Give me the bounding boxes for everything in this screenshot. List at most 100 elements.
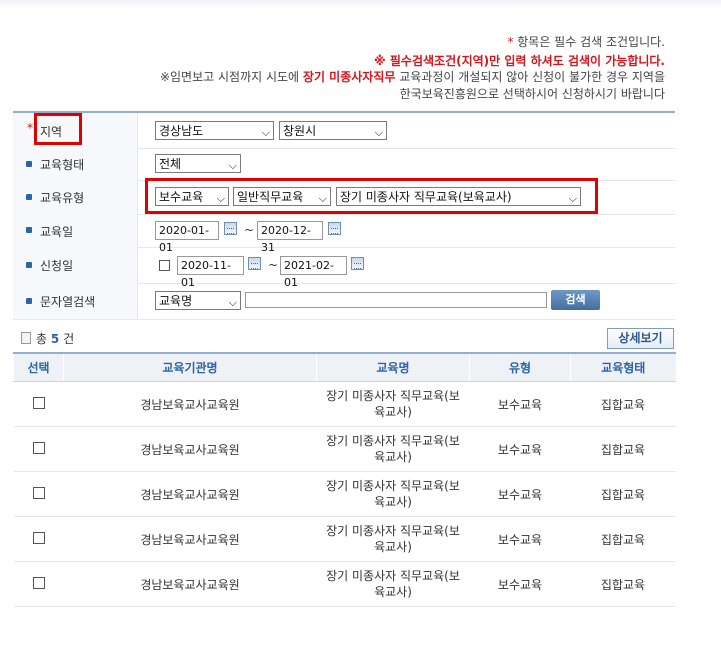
column-header-type: 유형 bbox=[469, 352, 571, 382]
row-checkbox[interactable] bbox=[32, 396, 45, 409]
total-count: 5 bbox=[50, 332, 60, 346]
apply-date-to-input[interactable]: 2021-02-01 bbox=[280, 256, 347, 289]
guidance-notice-2: 한국보육진흥원으로 선택하시어 신청하시기 바랍니다 bbox=[399, 87, 665, 101]
required-star: * bbox=[27, 121, 33, 135]
course-cell: 장기 미종사자 직무교육(보육교사) bbox=[316, 426, 470, 472]
row-apply-date: 신청일 2020-11-01 ~ 2021-02-01 bbox=[13, 247, 675, 289]
region-only-notice: ※ 필수검색조건(지역)만 입력 하셔도 검색이 가능합니다. bbox=[374, 54, 665, 68]
table-row: 경남보육교사교육원 장기 미종사자 직무교육(보육교사) 보수교육 집합교육 bbox=[13, 426, 676, 472]
course-cell: 장기 미종사자 직무교육(보육교사) bbox=[316, 471, 470, 517]
course-cell: 장기 미종사자 직무교육(보육교사) bbox=[316, 561, 470, 607]
search-input[interactable] bbox=[245, 292, 547, 308]
institution-cell: 경남보육교사교육원 bbox=[63, 381, 317, 427]
institution-cell: 경남보육교사교육원 bbox=[63, 516, 317, 562]
city-value: 창원시 bbox=[283, 124, 317, 138]
chevron-down-icon: ⌵ bbox=[261, 126, 270, 139]
course-cell: 장기 미종사자 직무교육(보육교사) bbox=[316, 381, 470, 427]
type-cell: 보수교육 bbox=[469, 561, 571, 607]
course-cell: 장기 미종사자 직무교육(보육교사) bbox=[316, 516, 470, 562]
row-checkbox[interactable] bbox=[32, 486, 45, 499]
type-cell: 보수교육 bbox=[469, 381, 571, 427]
results-table: 선택 교육기관명 교육명 유형 교육형태 경남보육교사교육원 장기 미종사자 직… bbox=[13, 352, 676, 607]
row-checkbox[interactable] bbox=[32, 531, 45, 544]
row-checkbox[interactable] bbox=[32, 576, 45, 589]
table-row: 경남보육교사교육원 장기 미종사자 직무교육(보육교사) 보수교육 집합교육 bbox=[13, 381, 676, 427]
required-notice: * 항목은 필수 검색 조건입니다. bbox=[507, 33, 665, 50]
table-row: 경남보육교사교육원 장기 미종사자 직무교육(보육교사) 보수교육 집합교육 bbox=[13, 561, 676, 607]
label-cell-apply-date: 신청일 bbox=[13, 247, 138, 283]
table-row: 경남보육교사교육원 장기 미종사자 직무교육(보육교사) 보수교육 집합교육 bbox=[13, 516, 676, 562]
row-checkbox[interactable] bbox=[32, 441, 45, 454]
bullet-icon bbox=[26, 227, 32, 233]
city-select[interactable]: 창원시 ⌵ bbox=[279, 121, 387, 140]
search-field-select[interactable]: 교육명 ⌵ bbox=[155, 291, 241, 310]
apply-date-from-input[interactable]: 2020-11-01 bbox=[177, 256, 244, 289]
row-select-cell bbox=[13, 381, 64, 427]
row-text-search: 문자열검색 교육명 ⌵ 검색 bbox=[13, 283, 675, 320]
institution-cell: 경남보육교사교육원 bbox=[63, 426, 317, 472]
form-cell: 집합교육 bbox=[570, 516, 676, 562]
type-cell: 보수교육 bbox=[469, 426, 571, 472]
province-value: 경상남도 bbox=[159, 124, 204, 138]
edu-date-from-input[interactable]: 2020-01-01 bbox=[155, 221, 219, 254]
type-cell: 보수교육 bbox=[469, 516, 571, 562]
row-edu-form: 교육형태 전체 ⌵ bbox=[13, 148, 675, 181]
date-range-separator: ~ bbox=[244, 223, 255, 237]
chevron-down-icon: ⌵ bbox=[374, 126, 383, 139]
bullet-icon bbox=[26, 194, 32, 200]
result-count: 총 5 건 bbox=[21, 330, 74, 347]
row-select-cell bbox=[13, 561, 64, 607]
column-header-form: 교육형태 bbox=[570, 352, 676, 382]
form-cell: 집합교육 bbox=[570, 426, 676, 472]
required-notice-text: 항목은 필수 검색 조건입니다. bbox=[513, 35, 665, 49]
row-select-cell bbox=[13, 516, 64, 562]
row-select-cell bbox=[13, 471, 64, 517]
label-apply-date: 신청일 bbox=[40, 259, 74, 273]
guidance-pre: ※임면보고 시점까지 시도에 bbox=[159, 70, 303, 84]
column-header-select: 선택 bbox=[13, 352, 64, 382]
province-select[interactable]: 경상남도 ⌵ bbox=[155, 121, 274, 140]
label-cell-edu-type: 교육유형 bbox=[13, 180, 138, 214]
total-prefix: 총 bbox=[36, 332, 48, 346]
row-select-cell bbox=[13, 426, 64, 472]
table-header-row: 선택 교육기관명 교육명 유형 교육형태 bbox=[13, 352, 676, 382]
type-cell: 보수교육 bbox=[469, 471, 571, 517]
search-button[interactable]: 검색 bbox=[551, 290, 600, 310]
highlight-box-edu-type bbox=[145, 178, 598, 214]
institution-cell: 경남보육교사교육원 bbox=[63, 561, 317, 607]
edu-date-to-input[interactable]: 2020-12-31 bbox=[257, 221, 323, 254]
calendar-icon[interactable] bbox=[351, 257, 364, 270]
guidance-notice-1: ※임면보고 시점까지 시도에 장기 미종사자직무 교육과정이 개설되지 않아 신… bbox=[160, 68, 665, 85]
search-form: * 지역 경상남도 ⌵ 창원시 ⌵ 교육형태 전체 ⌵ 교육유형 보수교육 ⌵ 일반직무… bbox=[13, 111, 675, 320]
chevron-down-icon: ⌵ bbox=[228, 159, 237, 172]
bullet-icon bbox=[26, 262, 32, 268]
label-cell-edu-form: 교육형태 bbox=[13, 148, 138, 180]
calendar-icon[interactable] bbox=[248, 257, 261, 270]
calendar-icon[interactable] bbox=[328, 222, 341, 235]
label-text-search: 문자열검색 bbox=[40, 295, 96, 309]
label-cell-text-search: 문자열검색 bbox=[13, 283, 138, 319]
form-cell: 집합교육 bbox=[570, 471, 676, 517]
edu-form-value: 전체 bbox=[159, 157, 182, 171]
bullet-icon bbox=[26, 298, 32, 304]
table-row: 경남보육교사교육원 장기 미종사자 직무교육(보육교사) 보수교육 집합교육 bbox=[13, 471, 676, 517]
row-edu-date: 교육일 2020-01-01 ~ 2020-12-31 bbox=[13, 214, 675, 254]
column-header-course: 교육명 bbox=[316, 352, 470, 382]
label-cell-edu-date: 교육일 bbox=[13, 214, 138, 247]
total-suffix: 건 bbox=[63, 332, 75, 346]
guidance-highlight: 장기 미종사자직무 bbox=[302, 70, 396, 84]
apply-date-checkbox[interactable] bbox=[159, 260, 170, 271]
edu-form-select[interactable]: 전체 ⌵ bbox=[155, 154, 241, 173]
label-edu-type: 교육유형 bbox=[40, 191, 85, 205]
calendar-icon[interactable] bbox=[224, 222, 237, 235]
form-cell: 집합교육 bbox=[570, 561, 676, 607]
label-edu-date: 교육일 bbox=[40, 225, 74, 239]
date-range-separator: ~ bbox=[268, 258, 279, 272]
row-region: * 지역 경상남도 ⌵ 창원시 ⌵ bbox=[13, 113, 675, 149]
highlight-box-region bbox=[34, 113, 82, 145]
bullet-icon bbox=[26, 161, 32, 167]
column-header-institution: 교육기관명 bbox=[63, 352, 317, 382]
label-edu-form: 교육형태 bbox=[40, 158, 85, 172]
detail-view-button[interactable]: 상세보기 bbox=[607, 328, 674, 349]
top-edge bbox=[0, 0, 721, 8]
